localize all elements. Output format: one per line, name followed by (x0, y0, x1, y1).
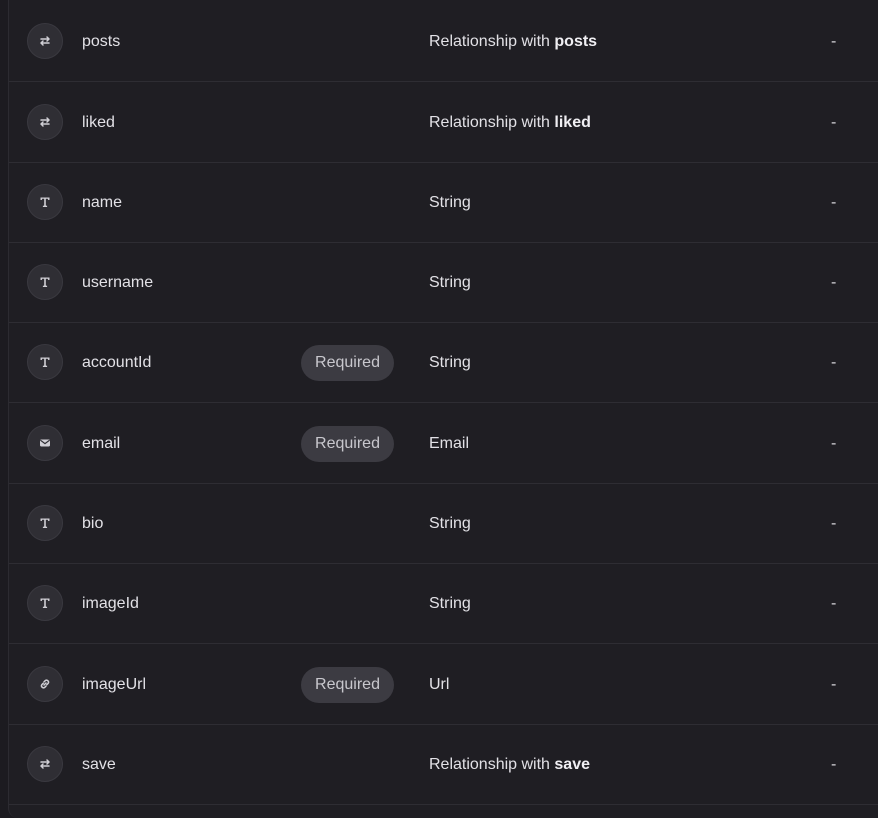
required-badge: Required (301, 345, 394, 381)
field-name: save (82, 756, 116, 773)
relationship-target: posts (554, 33, 598, 50)
field-default: - (831, 435, 837, 452)
relationship-icon (27, 746, 63, 782)
field-row-name[interactable]: name String - (9, 163, 878, 243)
field-name: accountId (82, 354, 152, 371)
required-badge: Required (301, 667, 394, 703)
fields-panel: posts Relationship with posts - liked Relati… (8, 0, 878, 818)
field-type: String (429, 595, 471, 612)
field-row-posts[interactable]: posts Relationship with posts - (9, 2, 878, 82)
field-type: String (429, 274, 471, 291)
field-default: - (831, 515, 837, 532)
field-row-username[interactable]: username String - (9, 243, 878, 323)
field-row-accountId[interactable]: accountId Required String - (9, 323, 878, 403)
text-icon (27, 344, 63, 380)
email-icon (27, 425, 63, 461)
field-type: Relationship with liked (429, 113, 591, 133)
field-type-prefix: Relationship with (429, 114, 555, 131)
field-default: - (831, 756, 837, 773)
field-name: liked (82, 114, 115, 131)
field-row-save[interactable]: save Relationship with save - (9, 725, 878, 805)
field-default: - (831, 274, 837, 291)
field-name: imageId (82, 595, 139, 612)
field-type: String (429, 515, 471, 532)
field-name: name (82, 194, 123, 211)
field-row-imageUrl[interactable]: imageUrl Required Url - (9, 645, 878, 725)
required-badge: Required (301, 426, 394, 462)
text-icon (27, 184, 63, 220)
field-type-prefix: Relationship with (429, 756, 555, 773)
field-type: Relationship with posts (429, 32, 597, 52)
field-default: - (831, 595, 837, 612)
field-name: imageUrl (82, 676, 147, 693)
field-type: Url (429, 676, 450, 693)
field-type: String (429, 354, 471, 371)
field-type: String (429, 194, 471, 211)
relationship-target: liked (554, 114, 591, 131)
field-row-email[interactable]: email Required Email - (9, 404, 878, 484)
field-default: - (831, 354, 837, 371)
field-row-liked[interactable]: liked Relationship with liked - (9, 83, 878, 163)
relationship-icon (27, 104, 63, 140)
field-default: - (831, 676, 837, 693)
field-type-prefix: Relationship with (429, 33, 555, 50)
field-default: - (831, 114, 837, 131)
text-icon (27, 264, 63, 300)
text-icon (27, 505, 63, 541)
field-default: - (831, 33, 837, 50)
relationship-icon (27, 23, 63, 59)
relationship-target: save (554, 756, 590, 773)
field-row-bio[interactable]: bio String - (9, 484, 878, 564)
field-name: bio (82, 515, 104, 532)
field-row-imageId[interactable]: imageId String - (9, 564, 878, 644)
text-icon (27, 585, 63, 621)
field-default: - (831, 194, 837, 211)
field-name: posts (82, 33, 121, 50)
field-name: username (82, 274, 154, 291)
field-type: Relationship with save (429, 755, 590, 775)
link-icon (27, 666, 63, 702)
field-type: Email (429, 435, 470, 452)
field-name: email (82, 435, 121, 452)
